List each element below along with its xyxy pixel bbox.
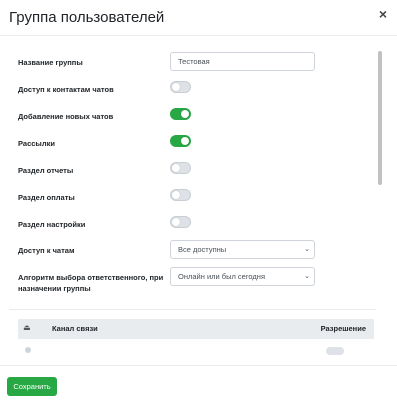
chat-access-value: Все доступны [178,245,227,254]
plug-icon: ⏏ [23,323,31,332]
toggle-label: Раздел оплаты [18,193,75,202]
close-icon[interactable]: × [377,6,389,22]
toggle-label: Рассылки [18,139,55,148]
toggle-knob [172,191,180,199]
group-name-input[interactable]: Тестовая [170,52,315,71]
permission-toggle[interactable] [326,347,344,355]
modal-title: Группа пользователей [9,9,165,26]
toggle-knob [172,83,180,91]
settings-toggle[interactable] [170,216,191,228]
table-row [18,339,374,364]
mailings-toggle[interactable] [170,135,191,147]
scrollbar-thumb[interactable] [378,51,382,185]
permissions-table-header: ⏏ Канал связи Разрешение [18,319,374,339]
toggle-label: Раздел настройки [18,220,86,229]
modal-body: Название группы Тестовая Доступ к контак… [0,37,397,364]
modal-header: Группа пользователей × [0,0,397,36]
payments-toggle[interactable] [170,189,191,201]
group-name-label: Название группы [18,58,83,67]
toggle-knob [181,110,189,118]
channel-icon [25,347,31,353]
scrollbar[interactable] [378,37,382,364]
toggle-knob [172,218,180,226]
reports-toggle[interactable] [170,162,191,174]
toggle-knob [172,164,180,172]
save-button[interactable]: Сохранить [7,377,57,396]
chevron-down-icon: ⌄ [304,246,310,253]
divider [9,309,376,310]
toggle-knob [181,137,189,145]
algo-select[interactable]: Онлайн или был сегодня ⌄ [170,267,315,286]
chat-access-label: Доступ к чатам [18,246,75,255]
algo-label: Алгоритм выбора ответственного, при назн… [18,273,164,293]
toggle-label: Раздел отчеты [18,166,74,175]
col-channel: Канал связи [52,324,98,333]
chat-access-select[interactable]: Все доступны ⌄ [170,240,315,259]
modal-footer: Сохранить [0,365,397,400]
algo-value: Онлайн или был сегодня [178,272,266,281]
toggle-label: Добавление новых чатов [18,112,114,121]
user-group-modal: Группа пользователей × Название группы Т… [0,0,397,400]
contacts-access-toggle[interactable] [170,81,191,93]
toggle-label: Доступ к контактам чатов [18,85,114,94]
chevron-down-icon: ⌄ [304,273,310,280]
add-chats-toggle[interactable] [170,108,191,120]
col-permission: Разрешение [320,324,366,333]
